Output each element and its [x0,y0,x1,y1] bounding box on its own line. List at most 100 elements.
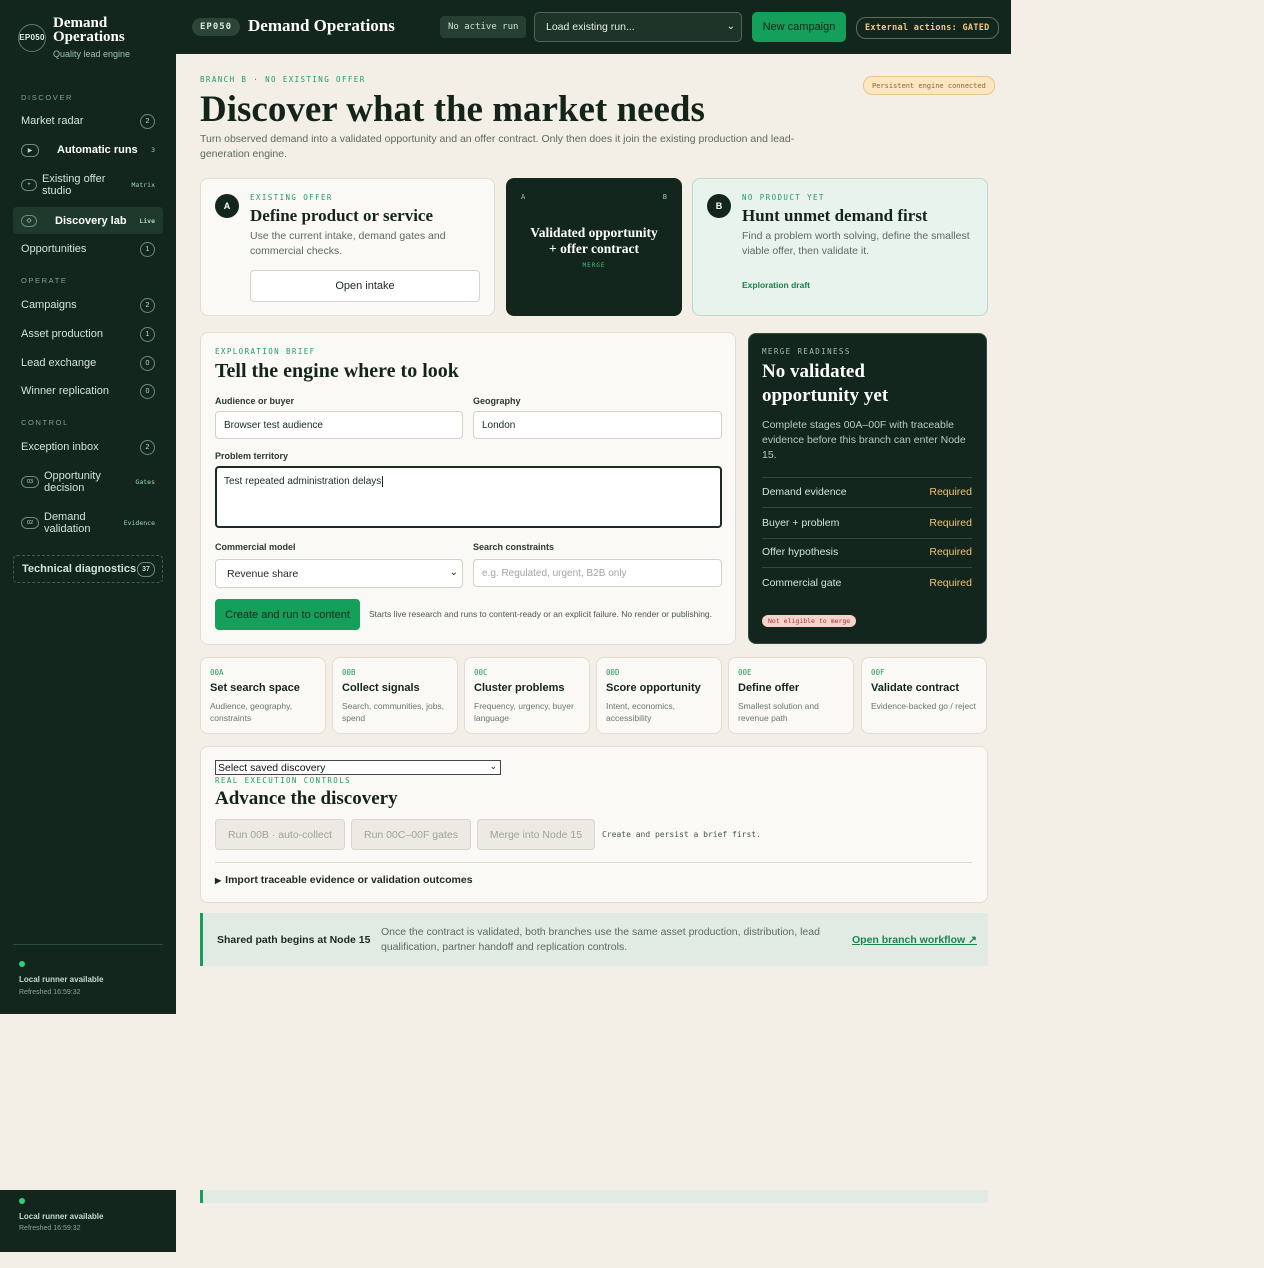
sidebar-item-market-radar[interactable]: Market radar 2 [13,112,163,130]
discovery-icon: ◇ [21,214,37,227]
stage-card: 00D Score opportunity Intent, economics,… [596,657,722,734]
saved-discovery-select[interactable]: Select saved discovery ⌄ [215,760,501,775]
not-eligible-badge: Not eligible to merge [762,615,857,627]
branch-a-card: A EXISTING OFFER Define product or servi… [200,178,495,316]
chevron-down-icon: ⌄ [449,567,458,578]
stage-card: 00E Define offer Smallest solution and r… [728,657,854,734]
branch-a-desc: Use the current intake, demand gates and… [250,230,446,257]
chevron-down-icon: ⌄ [489,761,497,771]
sidebar-item-winner-replication[interactable]: Winner replication 0 [13,382,163,400]
sidebar-item-automatic-runs[interactable]: ▶ Automatic runs 3 [13,140,163,160]
refreshed-time: Refreshed 16:59:32 [19,989,81,996]
section-discover: DISCOVER [21,93,73,102]
branch-a-title: Define product or service [250,206,434,225]
runner-status: Local runner available [19,1212,104,1221]
persistent-engine-badge: Persistent engine connected [863,76,995,95]
count-badge: 0 [140,355,155,371]
sidebar-footer: Local runner available Refreshed 16:59:3… [13,944,163,996]
readiness-desc: Complete stages 00A–00F with traceable e… [762,419,966,461]
problem-label: Problem territory [215,451,289,461]
count-badge: 1 [140,326,155,342]
chevron-down-icon: ⌄ [726,21,735,32]
run-note: Starts live research and runs to content… [369,609,713,619]
branch-eyebrow: BRANCH B · NO EXISTING OFFER [200,75,366,84]
brief-eyebrow: EXPLORATION BRIEF [215,347,316,356]
branch-b-title: Hunt unmet demand first [742,206,928,225]
count-badge: 3 [151,146,155,154]
sidebar-item-opportunity-decision[interactable]: 03 Opportunity decision Gates [13,469,163,495]
load-run-select[interactable]: Load existing run... ⌄ [534,12,742,42]
open-branch-workflow-link[interactable]: Open branch workflow ↗ [852,934,977,946]
divider [762,538,972,539]
offer-icon: + [21,179,37,191]
brand-title-line2: Operations [53,29,125,45]
controls-eyebrow: REAL EXECUTION CONTROLS [215,776,352,785]
run-00b-button[interactable]: Run 00B · auto-collect [215,819,345,850]
divider [762,507,972,508]
sidebar-item-discovery-lab[interactable]: ◇ Discovery lab Live [13,207,163,234]
run-00c-button[interactable]: Run 00C–00F gates [351,819,471,850]
divider [762,477,972,478]
status-required: Required [929,577,972,589]
section-operate: OPERATE [21,276,68,285]
requirement-row: Offer hypothesis Required [762,546,972,558]
geography-input[interactable]: London [473,411,722,439]
sidebar-item-offer-studio[interactable]: + Existing offer studio Matrix [13,172,163,198]
merge-title: Validated opportunity + offer contract [530,225,658,256]
requirement-row: Demand evidence Required [762,486,972,498]
tag-badge: Evidence [123,519,155,527]
tag-badge: Gates [135,478,155,486]
section-control: CONTROL [21,418,69,427]
count-badge: 2 [140,113,155,129]
technical-diagnostics-button[interactable]: Technical diagnostics 37 [13,555,163,583]
requirement-row: Commercial gate Required [762,577,972,589]
branch-b-eyebrow: NO PRODUCT YET [742,193,825,202]
import-evidence-toggle[interactable]: ▶ Import traceable evidence or validatio… [215,874,473,886]
count-badge: 1 [140,241,155,257]
text-cursor: ​ [382,476,384,487]
audience-input[interactable]: Browser test audience [215,411,463,439]
open-intake-button[interactable]: Open intake [250,270,480,302]
status-dot-icon [19,961,25,967]
count-badge: 37 [137,561,155,577]
run-status-badge: No active run [440,16,527,38]
problem-textarea[interactable]: Test repeated administration delays​ [215,466,722,528]
merge-node-15-button[interactable]: Merge into Node 15 [477,819,595,850]
status-required: Required [929,486,972,498]
top-title: Demand Operations [248,16,395,35]
brand-logo: EP050 [18,23,46,52]
commercial-model-label: Commercial model [215,542,296,552]
branch-a-badge: A [215,194,239,218]
sidebar-item-exception-inbox[interactable]: Exception inbox 2 [13,438,163,456]
shared-title: Shared path begins at Node 15 [217,934,371,946]
external-actions-badge: External actions: GATED [856,17,999,39]
exploration-draft-link[interactable]: Exploration draft [742,280,810,290]
merge-card: A B Validated opportunity + offer contra… [506,178,682,316]
search-constraints-input[interactable]: e.g. Regulated, urgent, B2B only [473,559,722,587]
step-number: 02 [21,517,39,529]
page-title: Discover what the market needs [200,89,705,130]
sidebar-item-demand-validation[interactable]: 02 Demand validation Evidence [13,510,163,536]
audience-label: Audience or buyer [215,396,295,406]
sidebar-footer-duplicate: Local runner available Refreshed 16:59:3… [0,1190,176,1252]
sidebar-item-lead-exchange[interactable]: Lead exchange 0 [13,354,163,372]
play-icon: ▶ [21,143,39,157]
create-and-run-button[interactable]: Create and run to content [215,599,360,630]
merge-right-label: B [662,193,667,201]
divider [762,567,972,568]
count-badge: 2 [140,439,155,455]
branch-b-desc: Find a problem worth solving, define the… [742,230,970,257]
sidebar-item-asset-production[interactable]: Asset production 1 [13,325,163,343]
topbar: EP050 Demand Operations No active run Lo… [176,0,1011,54]
shared-desc: Once the contract is validated, both bra… [381,926,820,953]
stage-card: 00B Collect signals Search, communities,… [332,657,458,734]
tag-badge: Live [139,216,155,225]
sidebar-item-opportunities[interactable]: Opportunities 1 [13,240,163,258]
ep-badge: EP050 [192,18,241,36]
brief-title: Tell the engine where to look [215,360,459,382]
requirement-row: Buyer + problem Required [762,517,972,529]
sidebar-item-campaigns[interactable]: Campaigns 2 [13,296,163,314]
commercial-model-select[interactable]: Revenue share ⌄ [215,559,463,588]
new-campaign-button[interactable]: New campaign [752,12,846,42]
readiness-title: No validated opportunity yet [762,361,889,406]
